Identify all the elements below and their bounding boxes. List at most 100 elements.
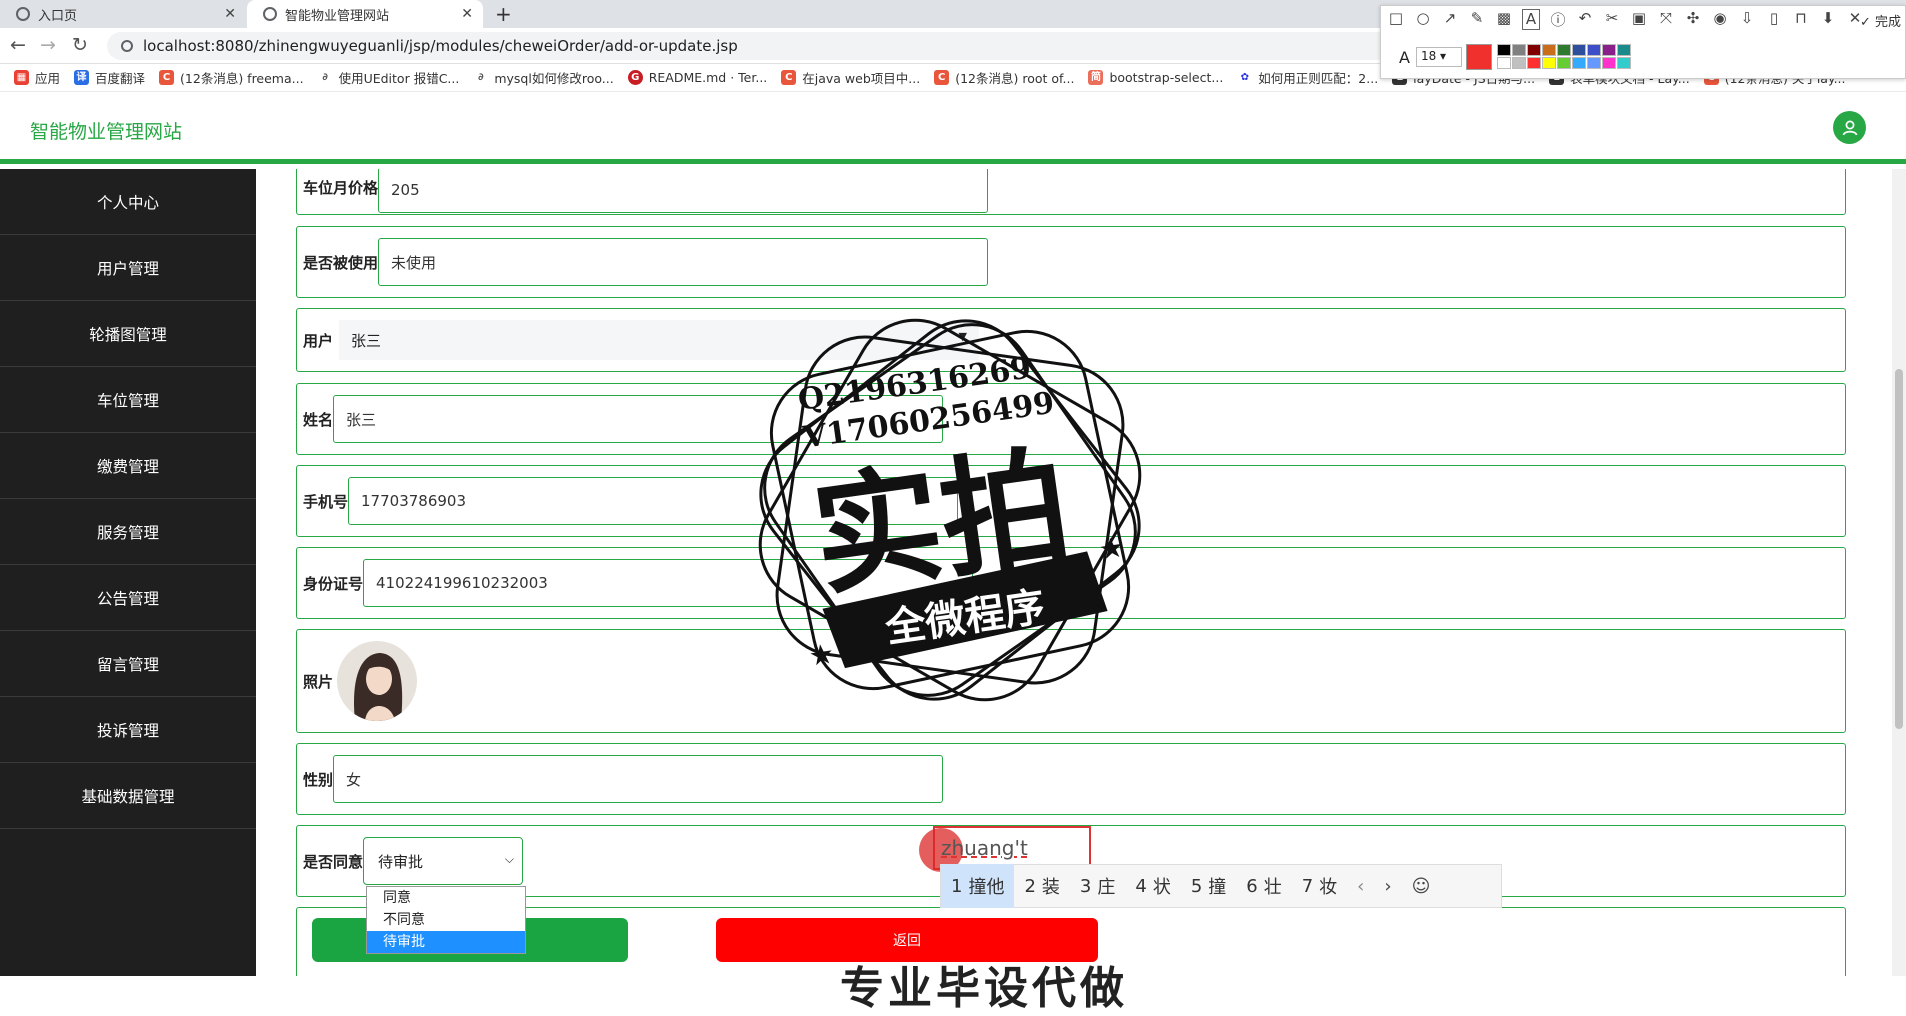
browser-tab-active[interactable]: 智能物业管理网站 ✕ [247, 0, 483, 28]
sidebar-item-carousel[interactable]: 轮播图管理 [0, 301, 256, 367]
site-title[interactable]: 智能物业管理网站 [30, 117, 182, 144]
arrow-tool-icon[interactable]: ↗ [1441, 9, 1459, 30]
ime-prev-page-icon[interactable]: ‹ [1347, 876, 1374, 897]
color-swatch[interactable] [1602, 44, 1616, 56]
bookmark-item[interactable]: C (12条消息) freema... [159, 68, 304, 87]
number-tool-icon[interactable]: ⓘ [1549, 9, 1567, 30]
ime-next-page-icon[interactable]: › [1374, 876, 1401, 897]
sidebar-item-profile[interactable]: 个人中心 [0, 169, 256, 235]
text-tool-icon[interactable]: A [1522, 9, 1540, 30]
bookmark-item[interactable]: 简 bootstrap-select... [1088, 70, 1223, 85]
bookmark-item[interactable]: ∂ 使用UEditor 报错C... [317, 68, 459, 87]
mosaic-tool-icon[interactable]: ▩ [1495, 9, 1513, 30]
dropdown-option-disagree[interactable]: 不同意 [367, 909, 525, 931]
pin-tool-icon[interactable]: ✣ [1684, 9, 1702, 30]
emoji-icon[interactable]: ☺ [1402, 876, 1441, 897]
dropdown-option-agree[interactable]: 同意 [367, 887, 525, 909]
color-swatch[interactable] [1617, 57, 1631, 69]
color-swatch[interactable] [1542, 57, 1556, 69]
photo-thumbnail[interactable] [337, 641, 418, 721]
color-swatch[interactable] [1512, 57, 1526, 69]
ime-candidate[interactable]: 4状 [1125, 864, 1180, 908]
ime-candidate[interactable]: 7妆 [1292, 864, 1347, 908]
gender-input[interactable]: 女 [333, 755, 944, 803]
color-swatch[interactable] [1542, 44, 1556, 56]
ime-candidate[interactable]: 5撞 [1181, 864, 1236, 908]
color-swatch[interactable] [1617, 44, 1631, 56]
close-tab-icon[interactable]: ✕ [224, 6, 236, 22]
bookmark-item[interactable]: ✿ 如何用正则匹配：2... [1237, 68, 1378, 87]
reload-icon[interactable]: ↻ [72, 34, 88, 56]
scrollbar-thumb[interactable] [1895, 369, 1903, 729]
ocr-tool-icon[interactable]: ▣ [1630, 9, 1648, 30]
dropdown-option-pending[interactable]: 待审批 [367, 931, 525, 953]
sidebar-item-basic-data[interactable]: 基础数据管理 [0, 763, 256, 829]
sidebar-item-notice[interactable]: 公告管理 [0, 565, 256, 631]
color-swatch[interactable] [1512, 44, 1526, 56]
sidebar-item-service[interactable]: 服务管理 [0, 499, 256, 565]
color-swatch[interactable] [1527, 57, 1541, 69]
close-tab-icon[interactable]: ✕ [461, 6, 473, 22]
idcard-input[interactable]: 410224199610232003 [363, 559, 974, 607]
user-avatar-icon[interactable] [1833, 111, 1866, 144]
bookmark-item[interactable]: C 在java web项目中... [781, 68, 920, 87]
sidebar-item-users[interactable]: 用户管理 [0, 235, 256, 301]
price-input[interactable]: 205 [378, 169, 989, 213]
color-swatch[interactable] [1497, 57, 1511, 69]
font-size-control[interactable]: A 18 ▾ [1399, 47, 1462, 67]
ime-composition-text: zhuang't [941, 836, 1028, 860]
sidebar-item-parking[interactable]: 车位管理 [0, 367, 256, 433]
color-swatch[interactable] [1587, 44, 1601, 56]
jianshu-icon: 简 [1088, 70, 1104, 85]
used-status-input[interactable]: 未使用 [378, 238, 989, 286]
undo-icon[interactable]: ↶ [1576, 9, 1594, 30]
ime-candidate[interactable]: 1 撞他 [941, 864, 1015, 908]
done-button[interactable]: ✓ 完成 [1860, 11, 1901, 30]
page-scrollbar[interactable] [1892, 169, 1906, 976]
color-swatch[interactable] [1587, 57, 1601, 69]
scissor-tool-icon[interactable]: ✂ [1603, 9, 1621, 30]
pen-tool-icon[interactable]: ✎ [1468, 9, 1486, 30]
bookmark-item[interactable]: ∂ mysql如何修改roo... [473, 68, 614, 87]
approval-status-select[interactable]: 待审批 ⌵ [363, 837, 524, 885]
download-icon[interactable]: ⇩ [1738, 9, 1756, 30]
color-swatch[interactable] [1572, 44, 1586, 56]
forward-arrow-icon[interactable]: → [40, 34, 56, 56]
record-icon[interactable]: ◉ [1711, 9, 1729, 30]
font-size-select[interactable]: 18 ▾ [1415, 47, 1462, 67]
sidebar-item-message[interactable]: 留言管理 [0, 631, 256, 697]
color-swatch[interactable] [1572, 57, 1586, 69]
save-icon[interactable]: ⬇ [1819, 9, 1837, 30]
name-input[interactable]: 张三 [333, 395, 944, 443]
form-row-gender: 性别 女 [296, 743, 1846, 815]
browser-tab-entry[interactable]: 入口页 ✕ [0, 0, 246, 28]
bookmark-item[interactable]: ▦ 应用 [14, 68, 60, 87]
bookmark-icon[interactable]: ⊓ [1792, 9, 1810, 30]
bookmark-item[interactable]: 译百度翻译 [74, 68, 145, 87]
bookmark-item[interactable]: C (12条消息) root of... [934, 68, 1074, 87]
bookmark-item[interactable]: G README.md · Ter... [627, 70, 767, 85]
current-color-swatch[interactable] [1466, 44, 1492, 70]
csdn-icon: C [781, 70, 797, 85]
color-swatch[interactable] [1557, 44, 1571, 56]
ime-candidate[interactable]: 2装 [1014, 864, 1069, 908]
ime-candidate[interactable]: 6壮 [1236, 864, 1291, 908]
phone-input[interactable]: 17703786903 [348, 477, 959, 525]
color-swatch[interactable] [1602, 57, 1616, 69]
ime-candidate[interactable]: 3庄 [1070, 864, 1125, 908]
sidebar-item-complaint[interactable]: 投诉管理 [0, 697, 256, 763]
app-header: 智能物业管理网站 [0, 92, 1906, 164]
phone-icon[interactable]: ▯ [1765, 9, 1783, 30]
rectangle-tool-icon[interactable]: □ [1387, 9, 1405, 30]
user-select[interactable]: 张三 ▼ [339, 320, 980, 360]
ellipse-tool-icon[interactable]: ○ [1414, 9, 1432, 30]
color-swatch[interactable] [1527, 44, 1541, 56]
color-swatch[interactable] [1497, 44, 1511, 56]
color-swatch[interactable] [1557, 57, 1571, 69]
new-tab-icon[interactable]: + [495, 2, 512, 26]
form-row-phone: 手机号 17703786903 [296, 465, 1846, 537]
translate-tool-icon[interactable]: ⤧ [1657, 9, 1675, 30]
back-arrow-icon[interactable]: ← [10, 34, 26, 56]
sidebar-item-payment[interactable]: 缴费管理 [0, 433, 256, 499]
form-row-price: 车位月价格 205 [296, 169, 1846, 215]
